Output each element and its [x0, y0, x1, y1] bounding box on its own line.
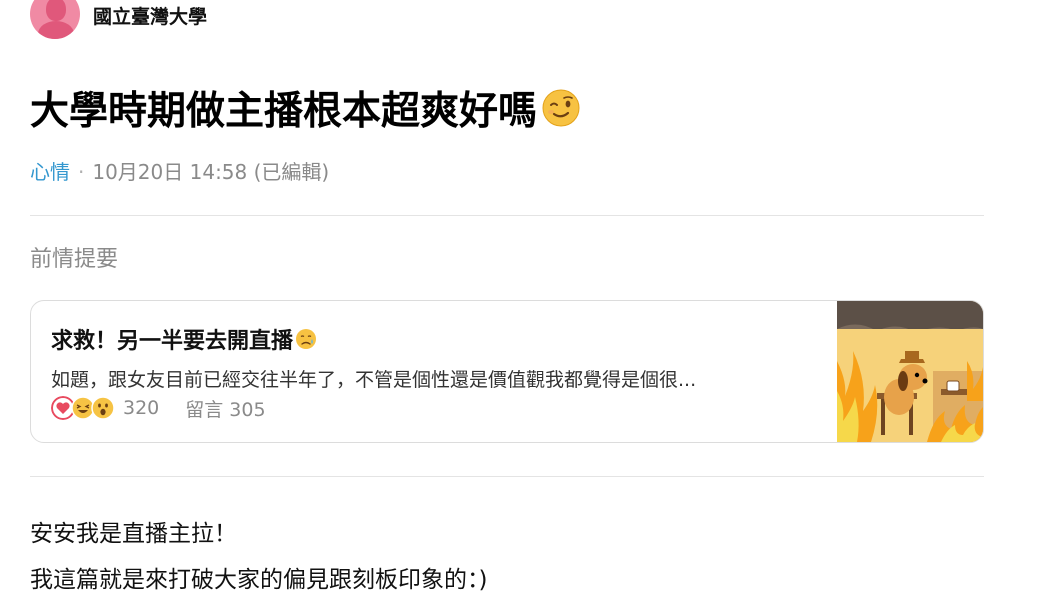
linked-post-stats: 320 留言 305: [51, 394, 266, 422]
linked-post-title-text: 求救！另一半要去開直播: [51, 329, 294, 354]
reaction-icons: [51, 396, 115, 420]
post-body-line: 安安我是直播主拉！: [30, 521, 237, 547]
female-avatar-icon[interactable]: [30, 0, 80, 39]
reaction-count: 320: [123, 397, 160, 419]
author-school[interactable]: 國立臺灣大學: [93, 2, 207, 29]
meta-separator: ·: [78, 160, 85, 184]
divider: [30, 215, 984, 216]
linked-post-card[interactable]: 求救！另一半要去開直播 如題，跟女友目前已經交往半年了，不管是個性還是價值觀我都…: [30, 300, 984, 443]
author-row[interactable]: 國立臺灣大學: [30, 0, 207, 40]
post-page: 國立臺灣大學 大學時期做主播根本超爽好嗎 心情 · 10月20日 14:58 (已編…: [0, 0, 1060, 596]
linked-post-excerpt: 如題，跟女友目前已經交往半年了，不管是個性還是價值觀我都覺得是個很...: [51, 369, 697, 391]
sad-emoji-icon: [296, 329, 317, 349]
post-body-line: 我這篇就是來打破大家的偏見跟刻板印象的：): [30, 567, 488, 593]
forum-link[interactable]: 心情: [30, 160, 70, 184]
post-timestamp: 10月20日 14:58 (已編輯): [92, 160, 330, 184]
recap-label: 前情提要: [30, 247, 119, 272]
this-is-fine-dog-meme-image: [837, 301, 983, 442]
comment-count: 留言 305: [185, 398, 266, 421]
linked-post-title[interactable]: 求救！另一半要去開直播: [51, 323, 317, 355]
divider: [30, 476, 984, 477]
wow-emoji-icon: [91, 396, 115, 420]
post-title-text: 大學時期做主播根本超爽好嗎: [30, 89, 538, 134]
post-title: 大學時期做主播根本超爽好嗎: [30, 82, 581, 134]
wink-emoji-icon: [542, 89, 580, 127]
post-meta: 心情 · 10月20日 14:58 (已編輯): [30, 156, 329, 185]
